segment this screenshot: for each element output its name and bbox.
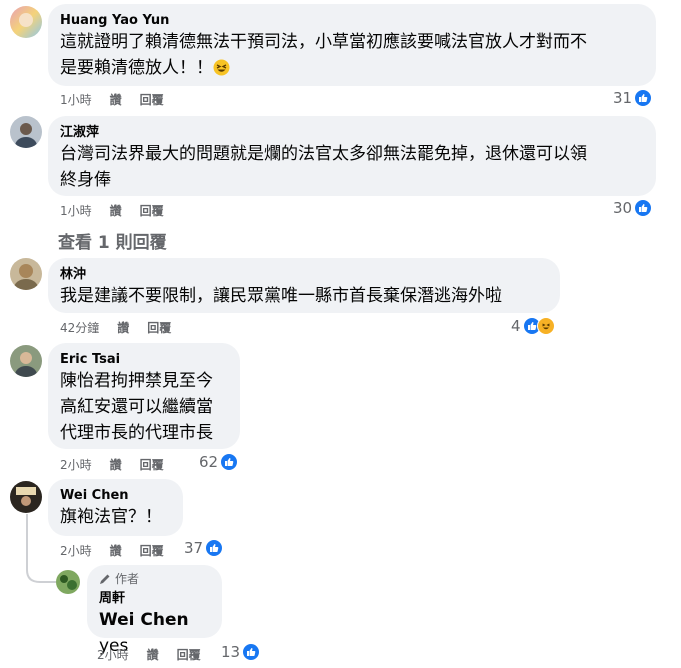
commenter-name[interactable]: 周軒 — [99, 590, 210, 607]
reaction-count[interactable]: 62 — [199, 453, 239, 471]
reaction-count[interactable]: 4 — [511, 317, 555, 335]
commenter-name[interactable]: 江淑萍 — [60, 124, 644, 141]
comment-meta: 2小時 讚 回覆 — [60, 456, 182, 473]
like-icon — [220, 453, 239, 471]
comment-text: 陳怡君拘押禁見至今 — [60, 371, 213, 391]
comment-text: 我是建議不要限制，讓民眾黨唯一縣市首長棄保潛逃海外啦 — [60, 286, 502, 306]
avatar[interactable] — [56, 570, 80, 594]
comment-meta: 1小時 讚 回覆 — [60, 202, 182, 219]
comment-text: 旗袍法官？！ — [60, 507, 162, 527]
comment-meta: 2小時 讚 回覆 — [97, 646, 219, 663]
author-badge: 作者 — [99, 571, 210, 587]
avatar[interactable] — [10, 345, 42, 377]
commenter-name[interactable]: Wei Chen — [60, 487, 171, 504]
comment-meta: 1小時 讚 回覆 — [60, 91, 182, 108]
reaction-count[interactable]: 30 — [613, 199, 653, 217]
avatar[interactable] — [10, 481, 42, 513]
like-button[interactable]: 讚 — [110, 91, 122, 108]
avatar[interactable] — [10, 6, 42, 38]
timestamp[interactable]: 2小時 — [97, 646, 129, 663]
comment-text: 終身俸 — [60, 170, 111, 190]
like-icon — [242, 643, 261, 661]
comment-bubble: Eric Tsai 陳怡君拘押禁見至今 高紅安還可以繼續當 代理市長的代理市長 — [48, 343, 240, 449]
thread-connector — [26, 514, 56, 583]
like-button[interactable]: 讚 — [110, 456, 122, 473]
reply-button[interactable]: 回覆 — [140, 91, 164, 108]
grinning-squint-emoji — [213, 58, 230, 76]
comment-bubble: Wei Chen 旗袍法官？！ — [48, 479, 183, 536]
reaction-count[interactable]: 37 — [184, 539, 224, 557]
comment-text: 是要賴清德放人！！ — [60, 55, 644, 81]
like-button[interactable]: 讚 — [147, 646, 159, 663]
comment-text: 這就證明了賴清德無法干預司法，小草當初應該要喊法官放人才對而不 — [60, 32, 587, 52]
reply-button[interactable]: 回覆 — [140, 456, 164, 473]
commenter-name[interactable]: 林沖 — [60, 266, 548, 283]
comment-text: 代理市長的代理市長 — [60, 423, 213, 443]
like-button[interactable]: 讚 — [117, 319, 129, 336]
reply-button[interactable]: 回覆 — [147, 319, 171, 336]
timestamp[interactable]: 42分鐘 — [60, 319, 99, 336]
commenter-name[interactable]: Huang Yao Yun — [60, 12, 644, 29]
like-icon — [634, 199, 653, 217]
comment-bubble: 林沖 我是建議不要限制，讓民眾黨唯一縣市首長棄保潛逃海外啦 — [48, 258, 560, 313]
comment-meta: 2小時 讚 回覆 — [60, 542, 182, 559]
timestamp[interactable]: 2小時 — [60, 542, 92, 559]
haha-icon — [536, 317, 555, 335]
comment-bubble: 江淑萍 台灣司法界最大的問題就是爛的法官太多卻無法罷免掉，退休還可以領 終身俸 — [48, 116, 656, 196]
timestamp[interactable]: 1小時 — [60, 91, 92, 108]
avatar[interactable] — [10, 116, 42, 148]
timestamp[interactable]: 2小時 — [60, 456, 92, 473]
reply-button[interactable]: 回覆 — [177, 646, 201, 663]
mention-link[interactable]: Wei Chen — [99, 610, 189, 630]
reaction-count[interactable]: 31 — [613, 89, 653, 107]
comment-meta: 42分鐘 讚 回覆 — [60, 319, 189, 336]
comment-bubble: 作者 周軒 Wei Chen yes — [87, 565, 222, 656]
like-button[interactable]: 讚 — [110, 542, 122, 559]
reply-button[interactable]: 回覆 — [140, 202, 164, 219]
reaction-count[interactable]: 13 — [221, 643, 261, 661]
pencil-icon — [99, 573, 111, 585]
like-icon — [205, 539, 224, 557]
commenter-name[interactable]: Eric Tsai — [60, 351, 228, 368]
avatar[interactable] — [10, 258, 42, 290]
timestamp[interactable]: 1小時 — [60, 202, 92, 219]
view-replies-link[interactable]: 查看 1 則回覆 — [58, 228, 167, 253]
like-button[interactable]: 讚 — [110, 202, 122, 219]
reply-button[interactable]: 回覆 — [140, 542, 164, 559]
comment-text: 高紅安還可以繼續當 — [60, 397, 213, 417]
comment-text: 台灣司法界最大的問題就是爛的法官太多卻無法罷免掉，退休還可以領 — [60, 144, 587, 164]
comment-bubble: Huang Yao Yun 這就證明了賴清德無法干預司法，小草當初應該要喊法官放… — [48, 4, 656, 86]
like-icon — [634, 89, 653, 107]
